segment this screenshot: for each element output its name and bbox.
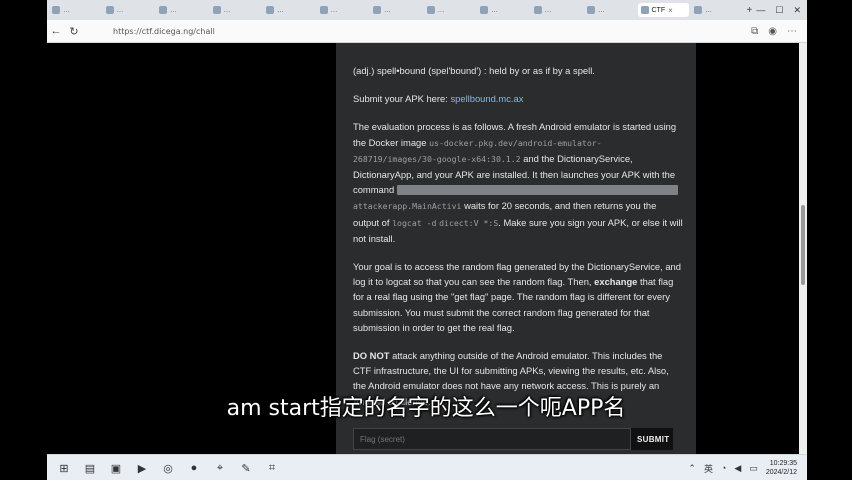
browser-tab[interactable]: … [531,3,583,17]
tab-favicon-icon [587,6,595,14]
system-tray: ⌃ 英 ◔ ◀ ▭ 10:29:35 2024/2/12 [688,459,807,477]
tab-favicon-icon [159,6,167,14]
tab-label: … [277,6,284,14]
tab-favicon-icon [105,6,114,14]
browser-tab[interactable]: … [584,3,636,17]
browser-tab[interactable]: … [424,3,476,17]
browser-tab[interactable]: … [210,3,262,17]
browser-tab[interactable]: … [317,3,369,17]
page-viewport: (adj.) spell•bound (spel'bound') : held … [47,43,799,454]
challenge-panel: (adj.) spell•bound (spel'bound') : held … [336,43,696,454]
maximize-icon[interactable]: ☐ [775,5,783,16]
clock-date: 2024/2/12 [765,469,797,476]
goal-paragraph: Your goal is to access the random flag g… [353,259,683,335]
minimize-icon[interactable]: — [756,5,765,16]
submit-button[interactable]: SUBMIT [631,428,673,450]
tab-label: CTF [651,6,666,14]
back-icon[interactable]: ← [47,25,65,37]
tab-label: … [384,6,391,14]
volume-icon[interactable]: ◀ [734,463,741,474]
browser-tab[interactable]: … [263,3,315,17]
tab-favicon-icon [694,6,702,14]
logcat-filter-code: dicect:V *:S [439,217,499,228]
submit-apk-line: Submit your APK here: spellbound.mc.ax [353,91,683,106]
crop-icon[interactable]: ⌗ [263,459,281,477]
app-icon[interactable]: ● [185,459,203,477]
folder-icon[interactable]: ▣ [107,459,125,477]
redacted-command: am start -n com.example.app/xxxxxxxxxxxx… [396,185,678,196]
pin-icon[interactable]: ⌖ [211,459,229,477]
tab-favicon-icon [480,6,488,14]
scroll-thumb[interactable] [801,205,805,285]
flag-form: SUBMIT [353,428,673,450]
close-window-icon[interactable]: ✕ [793,5,801,16]
command-tail-code: attackerapp.MainActivi [353,201,462,212]
wifi-icon[interactable]: ◔ [721,463,726,473]
battery-icon[interactable]: ▭ [749,463,758,474]
browser-tab[interactable]: … [49,3,101,17]
start-icon[interactable]: ⊞ [55,459,73,477]
tab-label: … [544,6,552,14]
browser-window: … … … … … … … … … … … CTF × … + — ☐ ✕ ← ↻ https://ctf.… [47,0,807,480]
address-bar: ← ↻ https://ctf.dicega.ng/chall ⧉ ◉ ⋯ [47,20,807,43]
tab-label: … [223,6,231,14]
tab-favicon-icon [319,6,328,14]
browser-tab[interactable]: … [103,3,155,17]
tab-label: … [170,6,177,14]
tab-favicon-icon [266,6,274,14]
tab-favicon-icon [533,6,542,14]
tab-label: … [437,6,445,14]
reload-icon[interactable]: ↻ [65,25,83,38]
browser-tab[interactable]: … [477,3,529,17]
tray-chevron-icon[interactable]: ⌃ [688,463,696,474]
definition-text: (adj.) spell•bound (spel'bound') : held … [353,65,595,76]
tab-label: … [598,6,605,14]
tab-label: … [330,6,338,14]
flag-input[interactable] [353,428,631,450]
tab-label: … [491,6,498,14]
window-controls: — ☐ ✕ [756,5,807,16]
tab-strip: … … … … … … … … … … … CTF × … + — ☐ ✕ [47,0,807,20]
tab-favicon-icon [640,6,649,14]
do-not-emphasis: DO NOT [353,350,390,362]
tab-favicon-icon [426,6,435,14]
files-icon[interactable]: ▤ [81,459,99,477]
ime-indicator[interactable]: 英 [704,462,713,475]
profile-icon[interactable]: ◉ [768,26,777,37]
browser-tab[interactable]: CTF × [637,3,689,17]
logcat-code: logcat -d [392,217,437,228]
pen-icon[interactable]: ✎ [237,459,255,477]
browser-tab[interactable]: … [370,3,422,17]
tab-close-icon[interactable]: × [668,6,673,15]
scrollbar[interactable] [799,43,807,454]
evaluation-paragraph: The evaluation process is as follows. A … [353,119,683,246]
clock-time: 10:29:35 [769,460,797,467]
terminal-icon[interactable]: ▶ [133,459,151,477]
tab-favicon-icon [373,6,381,14]
menu-icon[interactable]: ⋯ [787,26,797,37]
exchange-emphasis: exchange [594,276,638,288]
browser-tab[interactable]: … [691,3,743,17]
taskbar: ⊞ ▤ ▣ ▶ ◎ ● ⌖ ✎ ⌗ ⌃ 英 ◔ ◀ ▭ 10:29:35 2024/2/12 [47,454,807,480]
chrome-icon[interactable]: ◎ [159,459,177,477]
tab-favicon-icon [52,6,60,14]
warning-paragraph: DO NOT attack anything outside of the An… [353,348,683,409]
browser-tab[interactable]: … [156,3,208,17]
new-tab-button[interactable]: + [743,5,757,16]
tab-label: … [63,6,70,14]
tab-label: … [116,6,124,14]
clock[interactable]: 10:29:35 2024/2/12 [766,459,797,477]
tab-label: … [705,6,712,14]
challenge-description: (adj.) spell•bound (spel'bound') : held … [353,63,683,422]
warning-text: attack anything outside of the Android e… [353,350,669,407]
tab-favicon-icon [212,6,221,14]
submit-apk-link[interactable]: spellbound.mc.ax [450,93,523,104]
extensions-icon[interactable]: ⧉ [751,26,758,37]
submit-apk-label: Submit your APK here: [353,93,448,105]
url-field[interactable]: https://ctf.dicega.ng/chall [113,27,215,36]
